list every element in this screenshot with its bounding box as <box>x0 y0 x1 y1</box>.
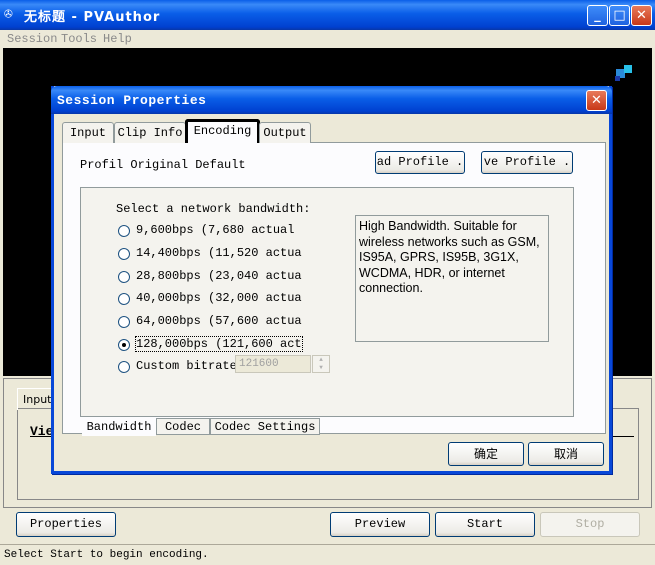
radio-button[interactable] <box>118 293 130 305</box>
radio-button[interactable] <box>118 225 130 237</box>
subtab-codec-settings[interactable]: Codec Settings <box>210 418 320 435</box>
tab-output[interactable]: Output <box>259 122 311 143</box>
tab-clip-info[interactable]: Clip Info <box>114 122 186 143</box>
spinner-up-icon[interactable]: ▲ <box>313 356 329 364</box>
video-label-partial: Vie <box>30 424 54 439</box>
menu-session[interactable]: Session <box>7 32 57 46</box>
spinner-down-icon[interactable]: ▼ <box>313 364 329 372</box>
bandwidth-heading: Select a network bandwidth: <box>116 202 311 216</box>
radio-button[interactable] <box>118 316 130 328</box>
divider <box>610 436 634 437</box>
close-button[interactable]: ✕ <box>631 5 652 26</box>
radio-label: 14,400bps (11,520 actua <box>136 246 302 260</box>
subtab-bandwidth[interactable]: Bandwidth <box>82 419 156 436</box>
radio-label: 28,800bps (23,040 actua <box>136 269 302 283</box>
tab-encoding[interactable]: Encoding <box>185 119 260 143</box>
menu-tools[interactable]: Tools <box>61 32 97 46</box>
ok-button[interactable]: 确定 <box>448 442 524 466</box>
menu-bar <box>0 30 655 48</box>
app-logo-icon <box>612 62 636 86</box>
radio-button[interactable] <box>118 361 130 373</box>
save-profile-button[interactable]: ve Profile . <box>481 151 573 174</box>
custom-bitrate-input[interactable]: 121600 <box>235 355 311 373</box>
radio-label: 128,000bps (121,600 act <box>135 336 303 352</box>
stop-button[interactable]: Stop <box>540 512 640 537</box>
app-icon: ✇ <box>4 7 13 23</box>
load-profile-button[interactable]: ad Profile . <box>375 151 465 174</box>
radio-label: 64,000bps (57,600 actua <box>136 314 302 328</box>
window-title: 无标题 - PVAuthor <box>24 10 161 25</box>
radio-button[interactable] <box>118 248 130 260</box>
cancel-button[interactable]: 取消 <box>528 442 604 466</box>
radio-label: 9,600bps (7,680 actual <box>136 223 295 237</box>
subtab-codec[interactable]: Codec <box>156 418 210 435</box>
radio-label: Custom bitrate <box>136 359 237 373</box>
dialog-close-button[interactable]: ✕ <box>586 90 607 111</box>
bitrate-spinner[interactable]: ▲ ▼ <box>312 355 330 373</box>
maximize-button[interactable]: □ <box>609 5 630 26</box>
minimize-button[interactable]: _ <box>587 5 608 26</box>
start-button[interactable]: Start <box>435 512 535 537</box>
properties-button[interactable]: Properties <box>16 512 116 537</box>
radio-button[interactable] <box>118 271 130 283</box>
dialog-title: Session Properties <box>57 93 207 108</box>
radio-button-selected[interactable] <box>118 339 130 351</box>
bandwidth-description: High Bandwidth. Suitable for wireless ne… <box>355 215 549 342</box>
radio-label: 40,000bps (32,000 actua <box>136 291 302 305</box>
menu-help[interactable]: Help <box>103 32 132 46</box>
status-bar: Select Start to begin encoding. <box>0 544 655 565</box>
preview-button[interactable]: Preview <box>330 512 430 537</box>
tab-input[interactable]: Input <box>62 122 114 143</box>
profile-label: Profil Original Default <box>80 158 246 172</box>
